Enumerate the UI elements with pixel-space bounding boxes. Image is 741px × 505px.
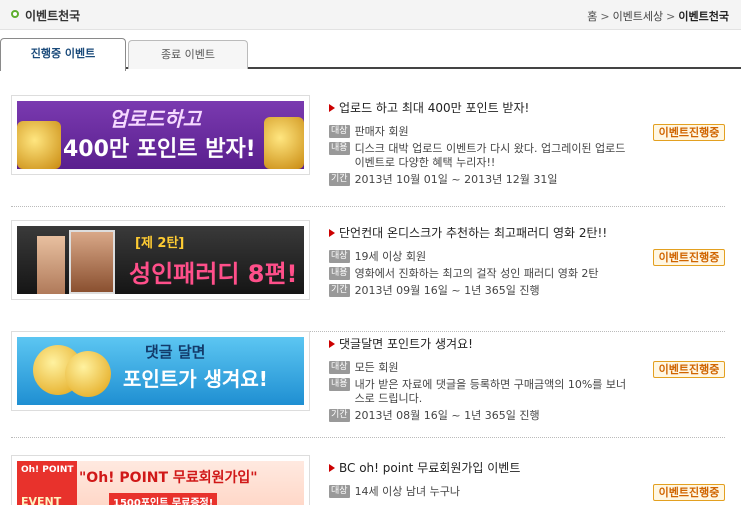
event-row: 댓글 달면 포인트가 생겨요! 댓글달면 포인트가 생겨요! 대상 모든 회원 내…	[11, 331, 725, 438]
event-headline-text: 단언컨대 온디스크가 추천하는 최고패러디 영화 2탄!!	[339, 226, 608, 240]
banner-line: Oh! POINT	[21, 465, 74, 475]
status-badge: 이벤트진행중	[653, 361, 725, 378]
status-badge: 이벤트진행중	[653, 249, 725, 266]
target-label: 대상	[329, 125, 350, 138]
banner-line: 400만 포인트 받자!	[63, 137, 256, 162]
tab-ongoing-events[interactable]: 진행중 이벤트	[0, 38, 126, 71]
banner-image: Oh! POINT EVENT "Oh! POINT 무료회원가입" 1500포…	[17, 461, 304, 505]
event-headline-text: 댓글달면 포인트가 생겨요!	[339, 337, 473, 351]
period-label: 기간	[329, 284, 350, 297]
target-label: 대상	[329, 485, 350, 498]
target-label: 대상	[329, 361, 350, 374]
event-headline[interactable]: 댓글달면 포인트가 생겨요!	[329, 335, 629, 352]
breadcrumb: 홈 > 이벤트세상 > 이벤트천국	[587, 8, 729, 24]
event-headline-text: 업로드 하고 최대 400만 포인트 받자!	[339, 101, 530, 115]
event-info: BC oh! point 무료회원가입 이벤트 대상 14세 이상 남녀 누구나	[329, 459, 629, 502]
status-badge: 이벤트진행중	[653, 484, 725, 501]
period-label: 기간	[329, 409, 350, 422]
banner-line: 포인트가 생겨요!	[123, 367, 268, 391]
banner-line: 업로드하고	[109, 107, 201, 131]
event-row: [제 2탄] 성인패러디 8편! 단언컨대 온디스크가 추천하는 최고패러디 영…	[11, 220, 725, 332]
event-period: 2013년 10월 01일 ~ 2013년 12월 31일	[354, 173, 558, 186]
event-row: Oh! POINT EVENT "Oh! POINT 무료회원가입" 1500포…	[11, 455, 725, 505]
event-info: 댓글달면 포인트가 생겨요! 대상 모든 회원 내용 내가 받은 자료에 댓글을 등…	[329, 335, 629, 426]
coin-stack-icon	[17, 121, 61, 169]
event-content: 내가 받은 자료에 댓글을 등록하면 구매금액의 10%를 보너스로 드립니다.	[354, 378, 627, 405]
period-label: 기간	[329, 173, 350, 186]
content-label: 내용	[329, 267, 350, 280]
banner-line: 댓글 달면	[145, 343, 206, 361]
page-title: 이벤트천국	[25, 9, 81, 23]
arrow-right-icon	[329, 464, 335, 472]
movie-poster-image	[37, 236, 65, 294]
event-tabs: 진행중 이벤트 종료 이벤트	[0, 38, 741, 71]
content-label: 내용	[329, 142, 350, 155]
bullet-icon	[11, 10, 19, 18]
breadcrumb-current: 이벤트천국	[678, 10, 729, 23]
point-coin-icon	[65, 351, 111, 397]
event-content: 영화에서 진화하는 최고의 걸작 성인 패러디 영화 2탄	[354, 267, 599, 280]
arrow-right-icon	[329, 340, 335, 348]
event-target: 19세 이상 회원	[354, 250, 427, 263]
breadcrumb-separator: >	[666, 10, 676, 23]
event-info: 단언컨대 온디스크가 추천하는 최고패러디 영화 2탄!! 대상 19세 이상 회…	[329, 224, 629, 301]
arrow-right-icon	[329, 229, 335, 237]
arrow-right-icon	[329, 104, 335, 112]
page-header: 이벤트천국 홈 > 이벤트세상 > 이벤트천국	[0, 0, 741, 30]
banner-image: 업로드하고 400만 포인트 받자!	[17, 101, 304, 169]
tab-ended-events[interactable]: 종료 이벤트	[128, 40, 248, 69]
row-divider	[11, 206, 725, 207]
banner-image: [제 2탄] 성인패러디 8편!	[17, 226, 304, 294]
event-row: 업로드하고 400만 포인트 받자! 업로드 하고 최대 400만 포인트 받자…	[11, 95, 725, 207]
banner-line: 성인패러디 8편!	[129, 260, 298, 288]
event-headline-text: BC oh! point 무료회원가입 이벤트	[339, 461, 521, 475]
event-target: 모든 회원	[354, 361, 399, 374]
event-headline[interactable]: BC oh! point 무료회원가입 이벤트	[329, 459, 629, 476]
event-target: 14세 이상 남녀 누구나	[354, 485, 461, 498]
event-info: 업로드 하고 최대 400만 포인트 받자! 대상 판매자 회원 내용 디스크 대박…	[329, 99, 629, 190]
event-period: 2013년 08월 16일 ~ 1년 365일 진행	[354, 409, 540, 422]
event-headline[interactable]: 단언컨대 온디스크가 추천하는 최고패러디 영화 2탄!!	[329, 224, 629, 241]
event-banner[interactable]: [제 2탄] 성인패러디 8편!	[11, 220, 310, 300]
banner-line: 1500포인트 무료증정!	[109, 493, 218, 505]
banner-line: [제 2탄]	[135, 236, 185, 251]
event-target: 판매자 회원	[354, 125, 409, 138]
row-divider	[11, 437, 725, 438]
event-period: 2013년 09월 16일 ~ 1년 365일 진행	[354, 284, 540, 297]
breadcrumb-home[interactable]: 홈	[587, 10, 597, 23]
banner-line: EVENT	[21, 495, 62, 505]
banner-image: 댓글 달면 포인트가 생겨요!	[17, 337, 304, 405]
breadcrumb-event-world[interactable]: 이벤트세상	[613, 10, 664, 23]
content-label: 내용	[329, 378, 350, 391]
event-banner[interactable]: 댓글 달면 포인트가 생겨요!	[11, 331, 310, 411]
breadcrumb-separator: >	[600, 10, 610, 23]
banner-line: "Oh! POINT 무료회원가입"	[79, 470, 258, 486]
status-badge: 이벤트진행중	[653, 124, 725, 141]
event-banner[interactable]: 업로드하고 400만 포인트 받자!	[11, 95, 310, 175]
event-content: 디스크 대박 업로드 이벤트가 다시 왔다. 업그레이된 업로드 이벤트로 다양…	[354, 142, 626, 169]
coin-stack-icon	[264, 117, 304, 169]
event-banner[interactable]: Oh! POINT EVENT "Oh! POINT 무료회원가입" 1500포…	[11, 455, 310, 505]
event-headline[interactable]: 업로드 하고 최대 400만 포인트 받자!	[329, 99, 629, 116]
movie-poster-image	[69, 230, 115, 294]
target-label: 대상	[329, 250, 350, 263]
